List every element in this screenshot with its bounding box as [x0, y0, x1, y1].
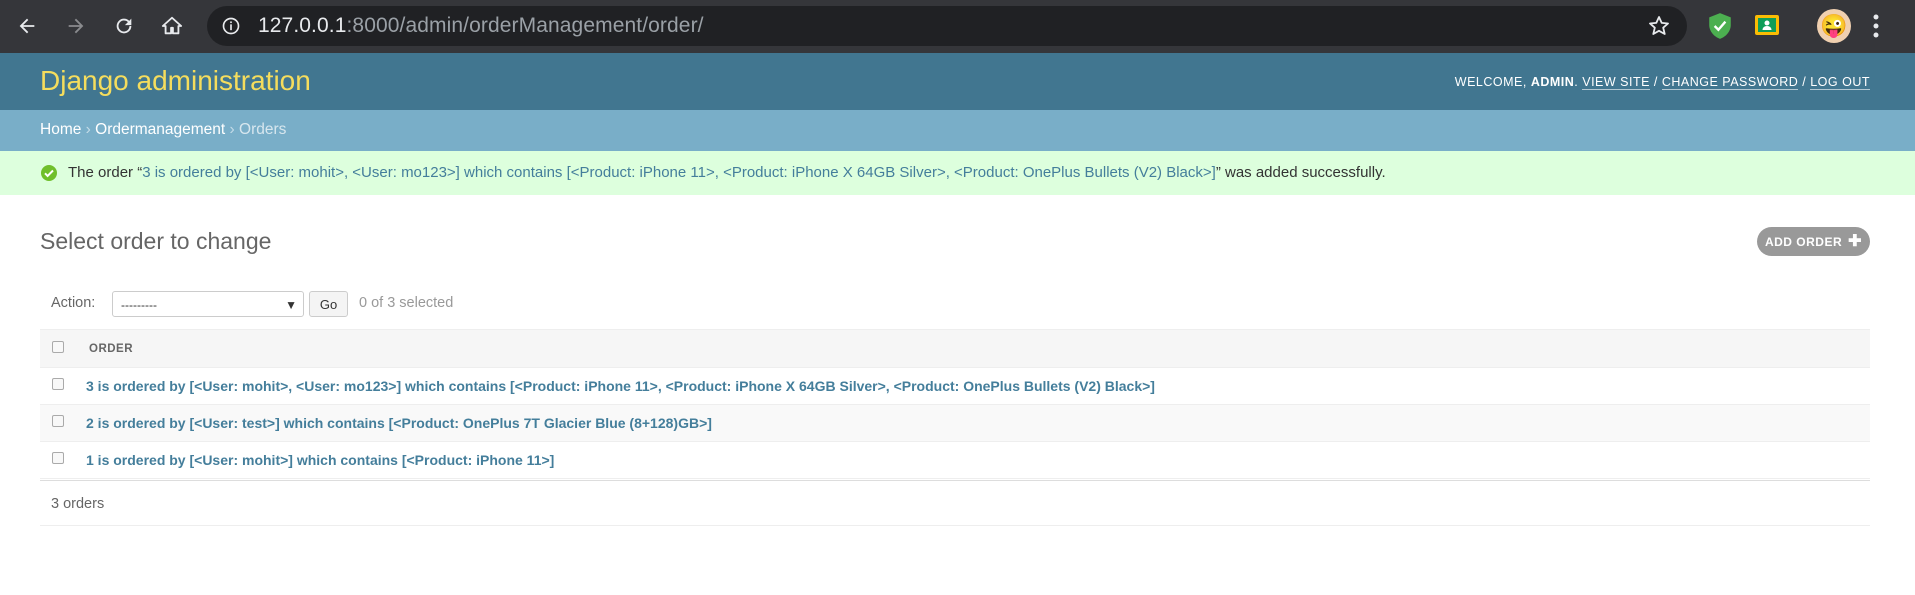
url-path: :8000/admin/orderManagement/order/: [346, 14, 704, 37]
order-link[interactable]: 2 is ordered by [<User: test>] which con…: [86, 415, 712, 431]
dropdown-arrow-icon: ▼: [285, 298, 297, 312]
breadcrumb: Home › Ordermanagement › Orders: [0, 110, 1915, 151]
message-suffix: ” was added successfully.: [1215, 164, 1386, 181]
classroom-extension-icon[interactable]: [1754, 12, 1780, 43]
results-table: ORDER 3 is ordered by [<User: mohit>, <U…: [40, 329, 1870, 526]
view-site-link[interactable]: VIEW SITE: [1582, 75, 1650, 90]
address-bar[interactable]: 127.0.0.1:8000/admin/orderManagement/ord…: [207, 6, 1687, 46]
plus-icon: ✚: [1848, 232, 1863, 250]
success-message-text: The order “3 is ordered by [<User: mohit…: [68, 164, 1386, 181]
url-host: 127.0.0.1: [258, 14, 347, 37]
row-checkbox[interactable]: [52, 378, 64, 390]
add-order-label: ADD ORDER: [1764, 234, 1843, 249]
paginator: 3 orders: [40, 480, 1870, 526]
url-text[interactable]: 127.0.0.1:8000/admin/orderManagement/ord…: [258, 14, 704, 38]
bookmark-star-icon[interactable]: [1647, 14, 1671, 43]
row-checkbox[interactable]: [52, 415, 64, 427]
select-all-checkbox[interactable]: [52, 341, 64, 353]
breadcrumb-separator: ›: [229, 121, 240, 138]
action-selected-value: ---------: [121, 298, 157, 312]
action-select[interactable]: --------- ▼: [112, 291, 304, 317]
row-checkbox[interactable]: [52, 452, 64, 464]
message-prefix: The order “: [68, 164, 143, 181]
page-title: Select order to change: [40, 228, 272, 254]
log-out-link[interactable]: LOG OUT: [1810, 75, 1870, 90]
site-branding[interactable]: Django administration: [40, 65, 311, 97]
breadcrumb-separator: ›: [85, 121, 96, 138]
browser-menu-icon[interactable]: [1872, 11, 1880, 46]
forward-arrow-icon[interactable]: [58, 8, 94, 44]
success-check-icon: [41, 165, 57, 181]
success-message: The order “3 is ordered by [<User: mohit…: [0, 151, 1915, 195]
column-header-order[interactable]: ORDER: [89, 343, 133, 355]
table-row: 3 is ordered by [<User: mohit>, <User: m…: [40, 368, 1870, 405]
selection-counter: 0 of 3 selected: [359, 295, 454, 311]
result-count: 3 orders: [51, 496, 105, 512]
breadcrumb-app[interactable]: Ordermanagement: [95, 121, 225, 138]
message-order-link[interactable]: 3 is ordered by [<User: mohit>, <User: m…: [142, 164, 1216, 181]
shield-extension-icon[interactable]: [1707, 12, 1733, 45]
browser-toolbar: 127.0.0.1:8000/admin/orderManagement/ord…: [0, 0, 1915, 53]
user-tools: WELCOME, ADMIN. VIEW SITE / CHANGE PASSW…: [1454, 75, 1870, 90]
back-arrow-icon[interactable]: [9, 8, 45, 44]
breadcrumb-home[interactable]: Home: [40, 121, 81, 138]
change-password-link[interactable]: CHANGE PASSWORD: [1661, 75, 1799, 90]
profile-avatar[interactable]: 😜: [1817, 9, 1851, 43]
order-link[interactable]: 1 is ordered by [<User: mohit>] which co…: [86, 452, 554, 468]
home-icon[interactable]: [154, 8, 190, 44]
site-info-icon[interactable]: [220, 15, 242, 37]
table-row: 1 is ordered by [<User: mohit>] which co…: [40, 442, 1870, 479]
add-order-button[interactable]: ADD ORDER ✚: [1757, 227, 1870, 256]
reload-icon[interactable]: [106, 8, 142, 44]
table-row: 2 is ordered by [<User: test>] which con…: [40, 405, 1870, 442]
username: ADMIN: [1530, 75, 1575, 89]
order-link[interactable]: 3 is ordered by [<User: mohit>, <User: m…: [86, 378, 1155, 394]
go-button[interactable]: Go: [309, 291, 348, 317]
admin-header: Django administration WELCOME, ADMIN. VI…: [0, 53, 1915, 110]
breadcrumb-current: Orders: [239, 121, 287, 138]
table-header: ORDER: [40, 329, 1870, 368]
welcome-text: WELCOME,: [1454, 75, 1527, 89]
actions-bar: Action: --------- ▼ Go 0 of 3 selected: [40, 286, 1870, 320]
action-label: Action:: [51, 295, 96, 311]
emoji-face-icon: 😜: [1820, 13, 1848, 38]
